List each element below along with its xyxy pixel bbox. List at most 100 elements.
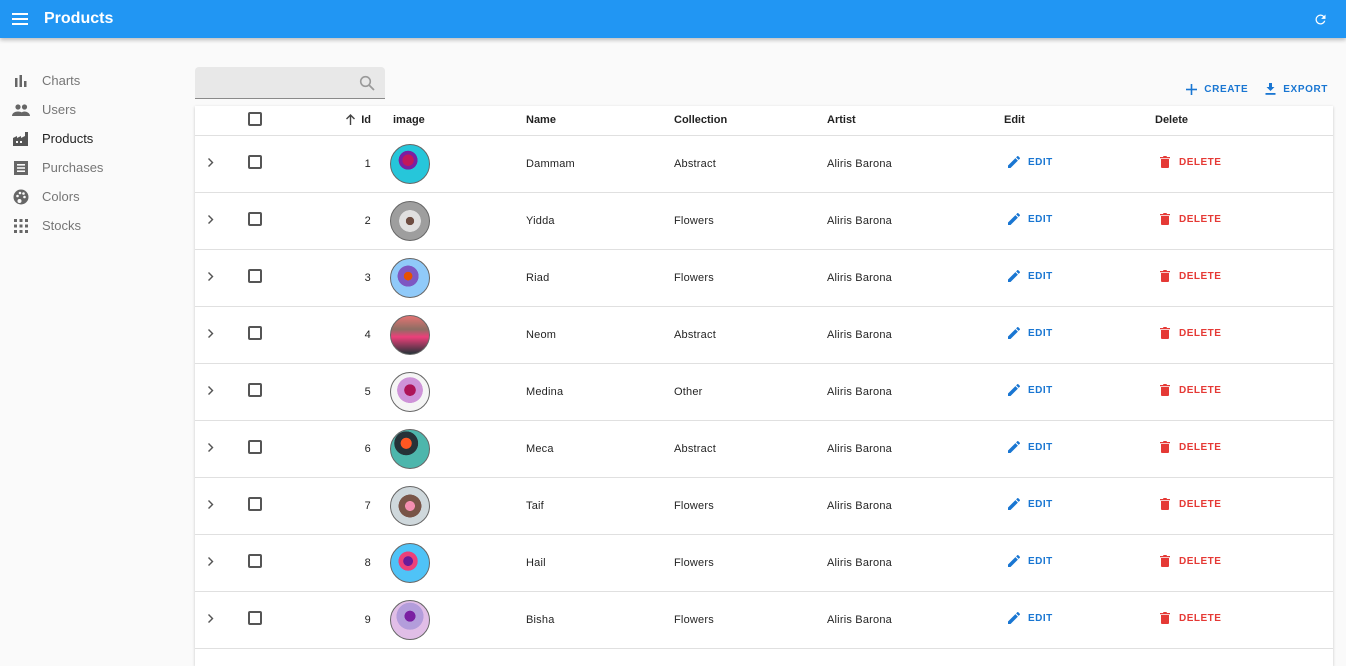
table-row[interactable]: 1 Dammam Abstract Aliris Barona EDIT DEL…: [195, 135, 1333, 193]
select-cell: [235, 420, 275, 478]
pencil-icon: [1008, 270, 1020, 282]
row-checkbox[interactable]: [248, 383, 262, 397]
row-checkbox[interactable]: [248, 554, 262, 568]
delete-button[interactable]: DELETE: [1159, 156, 1221, 168]
people-icon: [12, 101, 30, 119]
refresh-button[interactable]: [1310, 9, 1330, 29]
chevron-right-icon[interactable]: [205, 385, 217, 397]
delete-button[interactable]: DELETE: [1159, 555, 1221, 567]
id-header[interactable]: Id: [275, 106, 385, 136]
id-cell: 3: [275, 249, 385, 307]
id-cell: 9: [275, 591, 385, 649]
row-checkbox[interactable]: [248, 326, 262, 340]
edit-button[interactable]: EDIT: [1008, 156, 1053, 168]
search-icon[interactable]: [359, 75, 375, 91]
name-header[interactable]: Name: [526, 106, 674, 136]
edit-cell: EDIT: [1004, 363, 1155, 421]
sidebar-item-label: Colors: [42, 189, 80, 204]
edit-button[interactable]: EDIT: [1008, 384, 1053, 396]
row-checkbox[interactable]: [248, 269, 262, 283]
edit-button[interactable]: EDIT: [1008, 555, 1053, 567]
sidebar-item-label: Products: [42, 131, 94, 146]
search-input[interactable]: [195, 67, 345, 97]
trash-icon: [1160, 612, 1170, 624]
sidebar-item-products[interactable]: Products: [0, 124, 180, 153]
row-checkbox[interactable]: [248, 212, 262, 226]
chevron-right-icon[interactable]: [205, 157, 217, 169]
select-cell: [235, 534, 275, 592]
trash-icon: [1160, 156, 1170, 168]
chevron-right-icon[interactable]: [205, 328, 217, 340]
delete-button[interactable]: DELETE: [1159, 270, 1221, 282]
table-row[interactable]: 8 Hail Flowers Aliris Barona EDIT DELETE: [195, 534, 1333, 592]
bar-chart-icon: [12, 72, 30, 90]
table-row[interactable]: 6 Meca Abstract Aliris Barona EDIT DELET…: [195, 420, 1333, 478]
pencil-icon: [1008, 213, 1020, 225]
id-cell: 6: [275, 420, 385, 478]
sidebar-item-colors[interactable]: Colors: [0, 182, 180, 211]
edit-button[interactable]: EDIT: [1008, 498, 1053, 510]
chevron-right-icon[interactable]: [205, 613, 217, 625]
sidebar-item-purchases[interactable]: Purchases: [0, 153, 180, 182]
edit-cell: EDIT: [1004, 534, 1155, 592]
delete-button[interactable]: DELETE: [1159, 612, 1221, 624]
edit-button[interactable]: EDIT: [1008, 612, 1053, 624]
delete-button[interactable]: DELETE: [1159, 441, 1221, 453]
image-cell: [385, 534, 526, 592]
palette-icon: [12, 188, 30, 206]
edit-button[interactable]: EDIT: [1008, 441, 1053, 453]
sidebar-item-label: Purchases: [42, 160, 104, 175]
sidebar-item-charts[interactable]: Charts: [0, 66, 180, 95]
create-button[interactable]: CREATE: [1185, 83, 1248, 95]
table-row[interactable]: 2 Yidda Flowers Aliris Barona EDIT DELET…: [195, 192, 1333, 250]
sidebar-item-users[interactable]: Users: [0, 95, 180, 124]
sidebar-item-stocks[interactable]: Stocks: [0, 211, 180, 240]
trash-icon: [1160, 270, 1170, 282]
table-row[interactable]: 5 Medina Other Aliris Barona EDIT DELETE: [195, 363, 1333, 421]
delete-label: DELETE: [1179, 498, 1222, 510]
pencil-icon: [1008, 327, 1020, 339]
row-checkbox[interactable]: [248, 611, 262, 625]
edit-button[interactable]: EDIT: [1008, 213, 1053, 225]
artist-cell: Aliris Barona: [827, 249, 1004, 307]
chevron-right-icon[interactable]: [205, 214, 217, 226]
row-checkbox[interactable]: [248, 155, 262, 169]
menu-button[interactable]: [0, 0, 40, 38]
name-cell: Yidda: [526, 192, 674, 250]
chevron-right-icon[interactable]: [205, 442, 217, 454]
artist-cell: Aliris Barona: [827, 192, 1004, 250]
pencil-icon: [1008, 612, 1020, 624]
table-row[interactable]: 7 Taif Flowers Aliris Barona EDIT DELETE: [195, 477, 1333, 535]
edit-button[interactable]: EDIT: [1008, 270, 1053, 282]
list-actions: CREATE EXPORT: [1185, 83, 1328, 95]
row-checkbox[interactable]: [248, 440, 262, 454]
expand-cell: [195, 591, 235, 649]
name-cell: Neom: [526, 306, 674, 364]
table-row[interactable]: 3 Riad Flowers Aliris Barona EDIT DELETE: [195, 249, 1333, 307]
chevron-right-icon[interactable]: [205, 271, 217, 283]
chevron-right-icon[interactable]: [205, 556, 217, 568]
table-row[interactable]: 4 Neom Abstract Aliris Barona EDIT DELET…: [195, 306, 1333, 364]
edit-cell: EDIT: [1004, 477, 1155, 535]
select-all-checkbox[interactable]: [248, 111, 262, 126]
artist-header[interactable]: Artist: [827, 106, 1004, 136]
id-cell: 2: [275, 192, 385, 250]
artist-cell: Aliris Barona: [827, 534, 1004, 592]
delete-button[interactable]: DELETE: [1159, 498, 1221, 510]
name-cell: Bisha: [526, 591, 674, 649]
expand-cell: [195, 135, 235, 193]
delete-button[interactable]: DELETE: [1159, 213, 1221, 225]
collection-cell: Flowers: [674, 249, 827, 307]
chevron-right-icon[interactable]: [205, 499, 217, 511]
select-cell: [235, 477, 275, 535]
delete-button[interactable]: DELETE: [1159, 384, 1221, 396]
table-row[interactable]: 9 Bisha Flowers Aliris Barona EDIT DELET…: [195, 591, 1333, 649]
export-button[interactable]: EXPORT: [1264, 83, 1328, 95]
edit-cell: EDIT: [1004, 135, 1155, 193]
edit-button[interactable]: EDIT: [1008, 327, 1053, 339]
expand-cell: [195, 249, 235, 307]
collection-header[interactable]: Collection: [674, 106, 827, 136]
image-header: image: [385, 106, 526, 136]
row-checkbox[interactable]: [248, 497, 262, 511]
delete-button[interactable]: DELETE: [1159, 327, 1221, 339]
